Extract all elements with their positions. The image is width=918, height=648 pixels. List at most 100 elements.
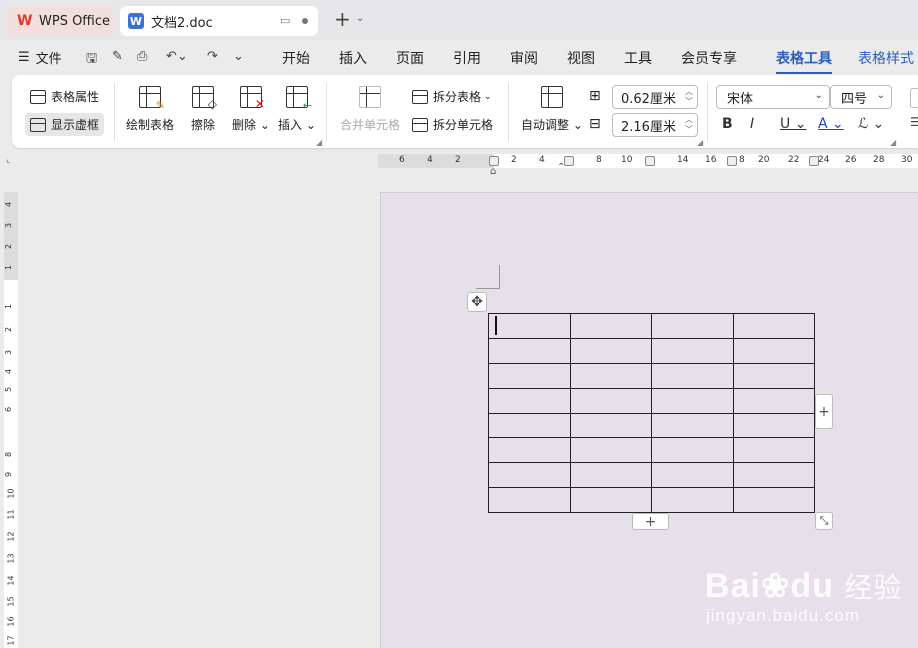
- print-preview-icon[interactable]: ⎙: [137, 49, 147, 64]
- insert-button[interactable]: ← 插入 ⌄: [278, 86, 316, 133]
- tab-view[interactable]: 视图: [567, 48, 595, 68]
- more-quick-actions-icon[interactable]: ⌄: [233, 49, 244, 64]
- tab-insert[interactable]: 插入: [339, 48, 367, 68]
- highlight-icon[interactable]: ℒ ⌄: [858, 116, 884, 132]
- table-resize-handle-icon[interactable]: ⤡: [815, 512, 833, 530]
- tab-tools[interactable]: 工具: [624, 48, 652, 68]
- table-cell[interactable]: [488, 487, 571, 513]
- tab-references[interactable]: 引用: [453, 48, 481, 68]
- add-row-button[interactable]: +: [632, 513, 669, 530]
- draw-table-button[interactable]: ✎ 绘制表格: [126, 86, 174, 133]
- ruler-corner-icon[interactable]: ⌞: [6, 155, 10, 165]
- table-properties-button[interactable]: 表格属性: [30, 88, 99, 105]
- table-cell[interactable]: [569, 412, 652, 439]
- row-height-input[interactable]: 0.62厘米 ︿ ﹀: [612, 85, 698, 109]
- font-color-icon[interactable]: A ⌄: [818, 116, 844, 132]
- tab-table-style[interactable]: 表格样式: [858, 48, 914, 68]
- new-tab-dropdown-icon[interactable]: ⌄: [356, 13, 364, 24]
- table-cell[interactable]: [651, 437, 734, 464]
- save-icon[interactable]: 🖫: [86, 49, 97, 71]
- new-tab-plus-icon[interactable]: +: [334, 8, 351, 30]
- table-cell[interactable]: [651, 462, 734, 489]
- ruler-column-marker[interactable]: [645, 156, 655, 166]
- auto-fit-button[interactable]: 自动调整 ⌄: [521, 86, 583, 133]
- table-cell[interactable]: [732, 462, 815, 489]
- file-menu[interactable]: ☰ 文件: [18, 48, 62, 67]
- first-line-indent-marker[interactable]: ⌂: [490, 166, 496, 177]
- tab-member[interactable]: 会员专享: [681, 48, 737, 68]
- tab-home[interactable]: 开始: [282, 48, 310, 68]
- table-cell[interactable]: [651, 362, 734, 389]
- table-cell[interactable]: [732, 362, 815, 389]
- table-cell[interactable]: [651, 337, 734, 364]
- insert-row-icon: ←: [285, 86, 312, 112]
- dialog-launcher-icon[interactable]: ◢: [890, 138, 896, 147]
- ruler-column-marker[interactable]: [564, 156, 574, 166]
- table-cell[interactable]: [732, 412, 815, 439]
- ruler-tick-label: 28: [873, 155, 885, 165]
- table-cell[interactable]: [732, 313, 815, 339]
- more-ribbon-overflow-icon[interactable]: ☰: [910, 115, 918, 129]
- format-painter-icon[interactable]: ✎: [112, 49, 123, 64]
- table-cell[interactable]: [569, 337, 652, 364]
- more-ribbon-overflow[interactable]: [910, 88, 918, 108]
- erase-button[interactable]: ◇ 擦除: [191, 86, 217, 133]
- tab-page[interactable]: 页面: [396, 48, 424, 68]
- table-cell[interactable]: [488, 437, 571, 464]
- redo-icon[interactable]: ↷: [207, 49, 218, 64]
- watermark-logo-cn: 经验: [844, 572, 903, 603]
- table-cell[interactable]: [569, 487, 652, 513]
- dialog-launcher-icon[interactable]: ◢: [316, 138, 322, 147]
- table-cell[interactable]: [488, 313, 571, 339]
- tab-stop-marker[interactable]: ⌃: [557, 162, 565, 173]
- split-cells-button[interactable]: 拆分单元格: [412, 116, 493, 133]
- wps-office-tab[interactable]: W WPS Office: [7, 6, 113, 36]
- dialog-launcher-icon[interactable]: ◢: [697, 138, 703, 147]
- table-cell[interactable]: [651, 313, 734, 339]
- unsaved-dot-icon[interactable]: [302, 18, 308, 24]
- table-cell[interactable]: [488, 362, 571, 389]
- horizontal-ruler[interactable]: 6 4 2 2 4 8 10 14 16 8 20 22 24 26 28 30: [378, 154, 918, 168]
- ruler-column-marker[interactable]: [727, 156, 737, 166]
- table-cell[interactable]: [732, 437, 815, 464]
- monitor-icon[interactable]: ▭: [280, 14, 290, 27]
- split-table-button[interactable]: 拆分表格 ⌄: [412, 88, 492, 105]
- tab-review[interactable]: 审阅: [510, 48, 538, 68]
- table-cell[interactable]: [488, 387, 571, 414]
- table-cell[interactable]: [569, 387, 652, 414]
- font-name-select[interactable]: 宋体 ⌄: [716, 85, 830, 109]
- table-cell[interactable]: [651, 487, 734, 513]
- split-table-label: 拆分表格: [433, 90, 482, 104]
- split-cells-icon: [412, 117, 428, 132]
- underline-icon[interactable]: U ⌄: [780, 116, 806, 132]
- col-width-stepper-icon[interactable]: ︿ ﹀: [685, 115, 693, 135]
- vertical-ruler[interactable]: 4 3 2 1 1 2 3 4 5 6 8 9 10 11 12 13 14 1…: [4, 192, 18, 648]
- merge-cells-button[interactable]: 合并单元格: [340, 86, 400, 133]
- undo-icon[interactable]: ↶⌄: [166, 49, 188, 64]
- table-cell[interactable]: [732, 487, 815, 513]
- row-height-stepper-icon[interactable]: ︿ ﹀: [685, 87, 693, 107]
- tab-table-tools[interactable]: 表格工具: [776, 48, 832, 74]
- table-cell[interactable]: [488, 412, 571, 439]
- col-width-input[interactable]: 2.16厘米 ︿ ﹀: [612, 113, 698, 137]
- bold-icon[interactable]: B: [722, 116, 733, 132]
- delete-button[interactable]: ✕ 删除 ⌄: [232, 86, 270, 133]
- table-cell[interactable]: [488, 337, 571, 364]
- table-cell[interactable]: [651, 412, 734, 439]
- table-cell[interactable]: [732, 337, 815, 364]
- add-column-button[interactable]: +: [815, 394, 833, 429]
- table-cell[interactable]: [651, 387, 734, 414]
- italic-icon[interactable]: I: [750, 116, 754, 132]
- table-cell[interactable]: [569, 437, 652, 464]
- table-cell[interactable]: [569, 362, 652, 389]
- ruler-indent-marker[interactable]: [489, 156, 499, 166]
- table-cell[interactable]: [488, 462, 571, 489]
- table-cell[interactable]: [569, 313, 652, 339]
- document-tab[interactable]: W 文档2.doc ▭: [120, 6, 318, 36]
- font-size-select[interactable]: 四号 ⌄: [830, 85, 892, 109]
- document-table[interactable]: [488, 313, 815, 513]
- table-cell[interactable]: [732, 387, 815, 414]
- show-grid-button[interactable]: 显示虚框: [25, 113, 105, 136]
- table-move-handle-icon[interactable]: ✥: [467, 292, 487, 312]
- table-cell[interactable]: [569, 462, 652, 489]
